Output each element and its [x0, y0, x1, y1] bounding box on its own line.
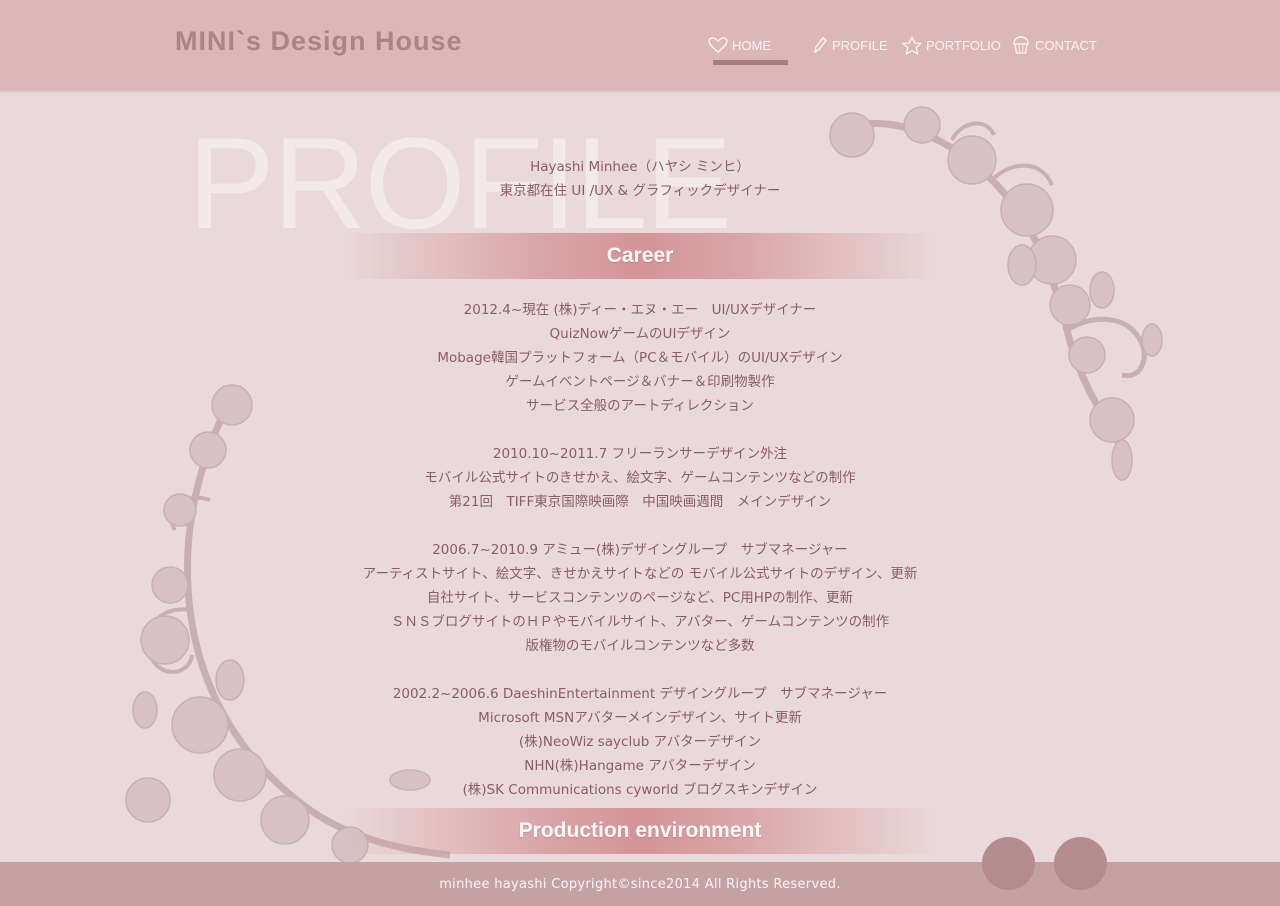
site-header: MINI`s Design House HOME PROFILE PORTFOL…	[0, 0, 1280, 90]
cupcake-icon	[1013, 36, 1029, 54]
footer-copyright: minhee hayashi Copyright©since2014 All R…	[439, 876, 841, 892]
career-entry: 2002.2~2006.6 DaeshinEntertainment デザイング…	[300, 682, 980, 802]
profile-title: 東京都在住 UI /UX & グラフィックデザイナー	[499, 183, 781, 199]
nav-home-label: HOME	[732, 37, 771, 53]
career-line: NHN(株)Hangame アバターデザイン	[524, 758, 756, 774]
career-line: サービス全般のアートディレクション	[526, 398, 754, 414]
section-heading-career: Career	[340, 233, 940, 279]
career-line: 自社サイト、サービスコンテンツのページなど、PC用HPの制作、更新	[426, 590, 854, 606]
nav-profile-label: PROFILE	[832, 37, 888, 53]
pencil-icon	[813, 36, 828, 54]
career-line: Microsoft MSNアバターメインデザイン、サイト更新	[478, 710, 802, 726]
heart-icon	[708, 37, 728, 53]
career-line: ゲームイベントページ＆バナー＆印刷物製作	[505, 374, 775, 390]
career-entry: 2012.4~現在 (株)ディー・エヌ・エー UI/UXデザイナー QuizNo…	[300, 298, 980, 418]
section-heading-production-label: Production environment	[518, 819, 762, 842]
site-logo[interactable]: MINI`s Design House	[175, 26, 463, 57]
career-line: 2006.7~2010.9 アミュー(株)デザイングループ サブマネージャー	[432, 542, 848, 558]
nav-portfolio-label: PORTFOLIO	[926, 37, 1001, 53]
career-line: ＳＮＳブログサイトのＨＰやモバイルサイト、アバター、ゲームコンテンツの制作	[390, 614, 890, 630]
career-line: 2012.4~現在 (株)ディー・エヌ・エー UI/UXデザイナー	[463, 302, 817, 318]
profile-intro: Hayashi Minhee（ハヤシ ミンヒ） 東京都在住 UI /UX & グ…	[300, 155, 980, 203]
career-line: モバイル公式サイトのきせかえ、絵文字、ゲームコンテンツなどの制作	[424, 470, 856, 486]
career-line: 第21回 TIFF東京国際映画際 中国映画週間 メインデザイン	[448, 494, 832, 510]
career-line: (株)NeoWiz sayclub アバターデザイン	[518, 734, 762, 750]
floating-circle-button-1[interactable]	[982, 837, 1035, 890]
floating-circle-button-2[interactable]	[1054, 837, 1107, 890]
section-heading-career-label: Career	[606, 244, 674, 267]
career-line: Mobage韓国プラットフォーム（PC＆モバイル）のUI/UXデザイン	[437, 350, 843, 366]
nav-portfolio[interactable]: PORTFOLIO	[902, 34, 1001, 56]
nav-active-indicator	[713, 60, 788, 65]
career-entry: 2010.10~2011.7 フリーランサーデザイン外注 モバイル公式サイトのき…	[300, 442, 980, 514]
career-entry: 2006.7~2010.9 アミュー(株)デザイングループ サブマネージャー ア…	[300, 538, 980, 658]
nav-contact-label: CONTACT	[1035, 37, 1097, 53]
profile-name: Hayashi Minhee（ハヤシ ミンヒ）	[530, 159, 750, 175]
nav-profile[interactable]: PROFILE	[812, 34, 888, 56]
career-line: アーティストサイト、絵文字、きせかえサイトなどの モバイル公式サイトのデザイン、…	[362, 566, 918, 582]
nav-home[interactable]: HOME	[708, 34, 771, 56]
career-line: QuizNowゲームのUIデザイン	[549, 326, 731, 342]
section-heading-production: Production environment	[340, 808, 940, 854]
career-line: (株)SK Communications cyworld ブログスキンデザイン	[462, 782, 818, 798]
career-line: 2002.2~2006.6 DaeshinEntertainment デザイング…	[392, 686, 888, 702]
nav-contact[interactable]: CONTACT	[1011, 34, 1097, 56]
career-line: 2010.10~2011.7 フリーランサーデザイン外注	[492, 446, 788, 462]
star-icon	[902, 35, 922, 55]
career-list: 2012.4~現在 (株)ディー・エヌ・エー UI/UXデザイナー QuizNo…	[300, 298, 980, 826]
career-line: 版権物のモバイルコンテンツなど多数	[525, 638, 755, 654]
